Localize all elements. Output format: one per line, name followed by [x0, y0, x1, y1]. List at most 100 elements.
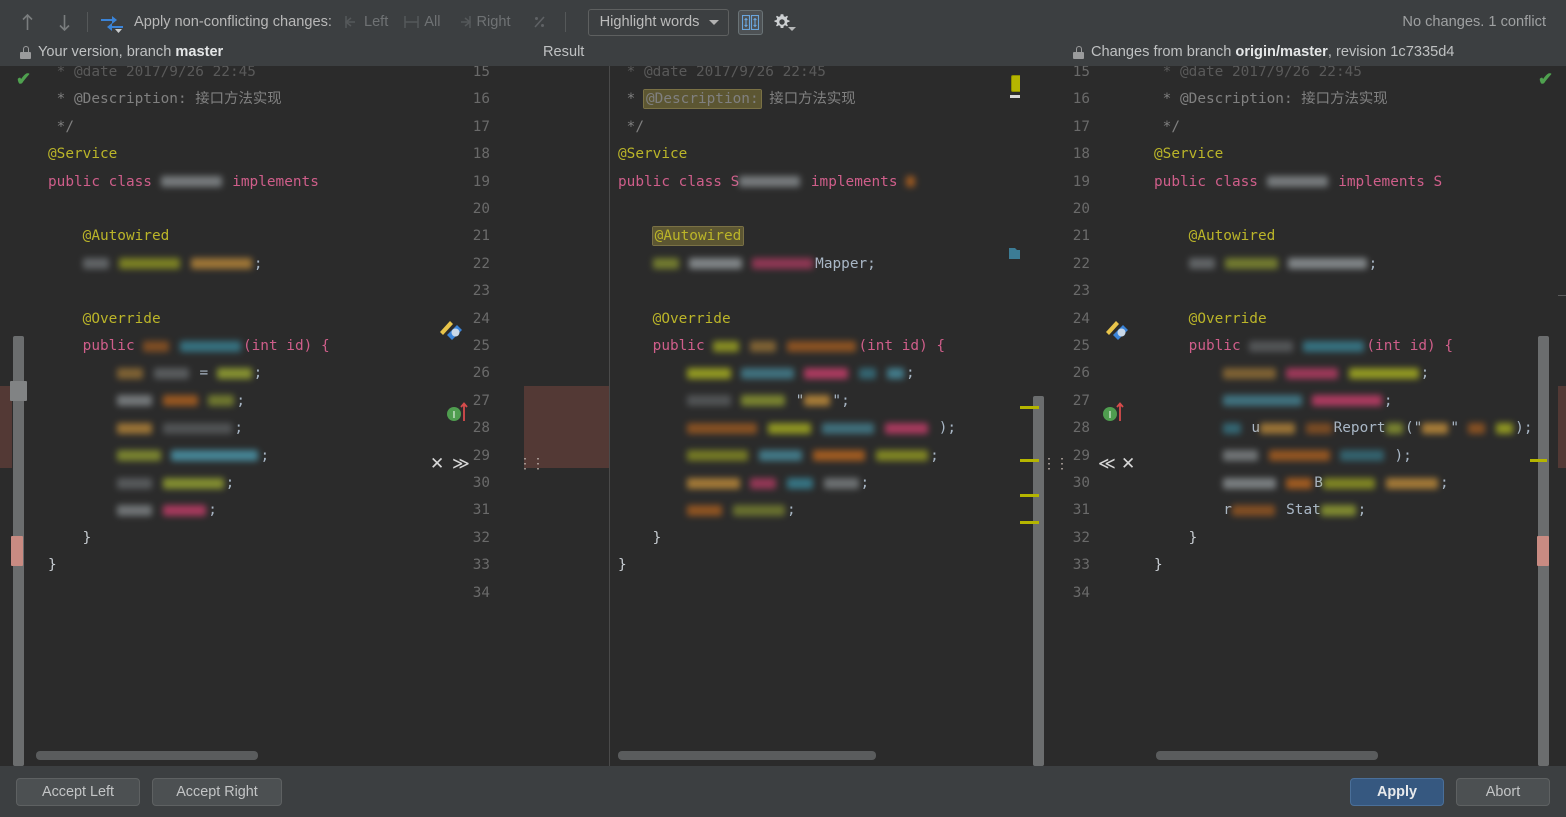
- redacted-token: [117, 477, 153, 489]
- result-marker-2[interactable]: [1020, 459, 1039, 462]
- conflict-grip-right-icon[interactable]: ⋮⋮: [1042, 455, 1069, 472]
- override-method-icon[interactable]: I: [446, 400, 470, 423]
- highlight-mode-value: Highlight words: [599, 14, 700, 30]
- settings-button[interactable]: [772, 12, 797, 32]
- merge-status-label: No changes. 1 conflict: [1402, 14, 1546, 30]
- line-number: 16: [472, 91, 490, 108]
- right-title-suffix: , revision 1c7335d4: [1327, 44, 1455, 60]
- redacted-token: [162, 395, 198, 407]
- code-line: @Service: [1154, 146, 1224, 163]
- hammer-refactor-icon[interactable]: [438, 316, 464, 341]
- redacted-token: [732, 504, 785, 516]
- accept-right-button[interactable]: Accept Right: [152, 778, 282, 806]
- left-horizontal-scrollbar[interactable]: [36, 751, 258, 760]
- result-marker-4[interactable]: [1020, 521, 1039, 524]
- conflict-grip-left-icon[interactable]: ⋮⋮: [518, 455, 545, 472]
- right-title-prefix: Changes from branch: [1091, 44, 1236, 60]
- ignore-whitespace-button[interactable]: [527, 9, 553, 35]
- merge-toolbar: Apply non-conflicting changes: Left All …: [0, 0, 1566, 44]
- arrow-up-icon: [21, 13, 33, 30]
- code-line: * @date 2017/9/26 22:45: [48, 66, 256, 80]
- code-line: ;: [618, 360, 915, 387]
- highlight-mode-select[interactable]: Highlight words: [587, 8, 730, 36]
- line-number: 17: [1072, 118, 1090, 135]
- dialog-button-bar: Accept Left Accept Right Apply Abort: [0, 766, 1566, 817]
- redacted-token: [1385, 422, 1403, 434]
- line-number: 25: [1072, 338, 1090, 354]
- right-horizontal-scrollbar[interactable]: [1156, 751, 1378, 760]
- merge-arrows-icon: [100, 12, 123, 33]
- code-line: @Override: [48, 310, 161, 327]
- redacted-token: [1349, 367, 1419, 379]
- result-marker-1[interactable]: [1020, 406, 1039, 409]
- lock-icon: [1073, 45, 1084, 59]
- code-line: ;: [1154, 251, 1377, 278]
- line-number: 16: [1072, 91, 1090, 108]
- java-keyword: class: [1214, 173, 1258, 190]
- left-scroll-thumb-grip[interactable]: [10, 381, 27, 401]
- result-marker-3[interactable]: [1020, 494, 1039, 497]
- apply-all-button[interactable]: All: [400, 11, 446, 33]
- apply-left-button[interactable]: Left: [340, 11, 394, 33]
- right-conflict-marker[interactable]: [1537, 536, 1549, 566]
- merge-settings-button[interactable]: [96, 9, 126, 35]
- result-code-pane[interactable]: * @date 2017/9/26 22:45 * @Description: …: [610, 66, 1020, 766]
- override-method-icon[interactable]: I: [1102, 400, 1126, 423]
- line-number: 15: [1072, 66, 1090, 80]
- redacted-token: [687, 422, 757, 434]
- redacted-token: [1223, 477, 1276, 489]
- line-number: 22: [472, 255, 490, 272]
- redacted-token: [687, 504, 723, 516]
- left-conflict-marker[interactable]: [11, 536, 23, 566]
- redacted-token: [216, 367, 252, 379]
- right-code-pane[interactable]: * @date 2017/9/26 22:45 * @Description: …: [1144, 66, 1558, 766]
- code-line: public class implements S: [1154, 173, 1443, 190]
- right-marker-1[interactable]: [1530, 459, 1547, 462]
- left-code-pane[interactable]: * @date 2017/9/26 22:45 * @Description: …: [12, 66, 420, 766]
- redacted-token: [687, 367, 731, 379]
- java-keyword: class: [678, 173, 722, 190]
- line-number: 31: [1072, 502, 1090, 519]
- line-number: 30: [1072, 475, 1090, 491]
- apply-button[interactable]: Apply: [1350, 778, 1444, 806]
- svg-text:I: I: [1109, 410, 1112, 421]
- redacted-token: [1188, 258, 1215, 270]
- gear-dropdown-caret-icon: [788, 27, 797, 31]
- apply-right-button[interactable]: Right: [453, 11, 517, 33]
- conflict-accept-left-icon[interactable]: ≪: [1098, 456, 1116, 473]
- redacted-token: [741, 395, 785, 407]
- redacted-token: [1260, 422, 1295, 434]
- result-horizontal-scrollbar[interactable]: [618, 751, 876, 760]
- chevron-down-icon: [709, 19, 720, 25]
- redacted-token: [752, 258, 814, 270]
- right-title-branch: origin/master: [1235, 44, 1328, 60]
- left-title-branch: master: [175, 44, 224, 60]
- mid-title-label: Result: [543, 44, 585, 60]
- redacted-token: [739, 176, 801, 188]
- result-vertical-scrollbar[interactable]: [1033, 396, 1044, 766]
- next-difference-button[interactable]: [51, 9, 77, 35]
- accept-left-button[interactable]: Accept Left: [16, 778, 140, 806]
- redacted-token: [689, 258, 742, 270]
- previous-difference-button[interactable]: [14, 9, 40, 35]
- left-gutter[interactable]: 15 16 17 18 19 20 21 22 23 24 25 26 27 28 29 30 31 32 33 34…: [420, 66, 524, 766]
- redacted-token: [804, 367, 848, 379]
- redacted-token: [786, 340, 857, 352]
- line-number: 24: [1072, 310, 1090, 327]
- redacted-token: [1288, 258, 1367, 270]
- redacted-token: [117, 367, 144, 379]
- java-keyword: implements: [232, 173, 319, 190]
- code-line: ;: [48, 443, 269, 470]
- redacted-token: [82, 258, 109, 270]
- conflict-accept-right-icon[interactable]: ≫: [452, 456, 470, 473]
- line-number: 30: [472, 475, 490, 491]
- hammer-refactor-icon[interactable]: [1104, 316, 1130, 341]
- redacted-token: [143, 340, 170, 352]
- conflict-reject-right-icon[interactable]: ✕: [1121, 456, 1135, 473]
- code-line: " ";: [618, 388, 850, 415]
- collapse-unchanged-toggle[interactable]: [738, 9, 764, 35]
- redacted-token: [1340, 450, 1384, 462]
- mid-pane-title: Result: [543, 44, 584, 60]
- abort-button[interactable]: Abort: [1456, 778, 1550, 806]
- conflict-reject-left-icon[interactable]: ✕: [430, 456, 444, 473]
